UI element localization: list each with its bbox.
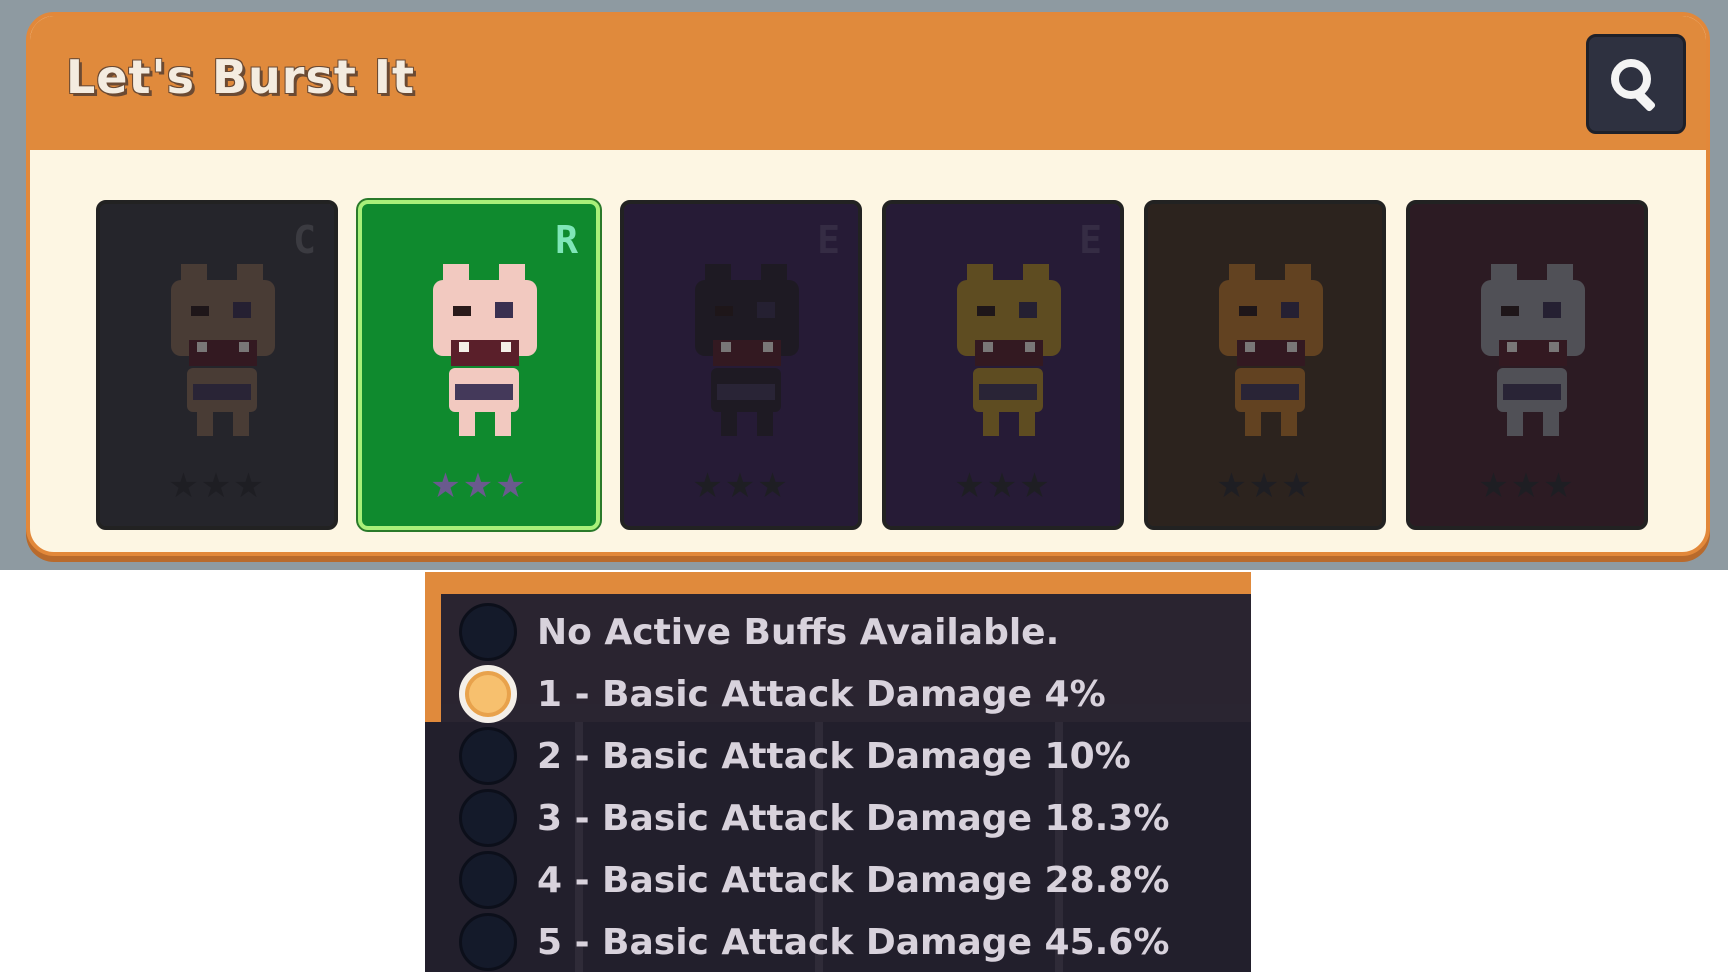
buff-row[interactable]: 2 - Basic Attack Damage 10% — [459, 726, 1131, 786]
buff-list-panel: No Active Buffs Available. 1 - Basic Atta… — [425, 572, 1251, 972]
panel-title: Let's Burst It — [66, 50, 415, 104]
inactive-indicator-dot — [459, 913, 517, 971]
character-portrait — [433, 264, 537, 436]
star-rating: ★★★ — [1216, 466, 1314, 506]
inactive-indicator-dot — [459, 851, 517, 909]
buff-row[interactable]: 1 - Basic Attack Damage 4% — [459, 664, 1106, 724]
star-rating: ★★★ — [168, 466, 266, 506]
search-button[interactable] — [1586, 34, 1686, 134]
character-card[interactable]: R ★★★ — [358, 200, 600, 530]
buff-label: 1 - Basic Attack Damage 4% — [537, 673, 1106, 715]
character-portrait — [957, 264, 1061, 436]
character-portrait — [1219, 264, 1323, 436]
buff-row[interactable]: 4 - Basic Attack Damage 28.8% — [459, 850, 1169, 910]
rarity-label: E — [817, 218, 840, 262]
buff-row[interactable]: 5 - Basic Attack Damage 45.6% — [459, 912, 1169, 972]
buff-label: No Active Buffs Available. — [537, 611, 1060, 653]
buff-label: 3 - Basic Attack Damage 18.3% — [537, 797, 1170, 839]
buff-panel-sidebar — [425, 594, 441, 724]
star-rating: ★★★ — [430, 466, 528, 506]
rarity-label: E — [1079, 218, 1102, 262]
panel-header: Let's Burst It — [30, 16, 1706, 150]
character-portrait — [171, 264, 275, 436]
character-card[interactable]: ★★★ — [1144, 200, 1386, 530]
character-card[interactable]: E ★★★ — [882, 200, 1124, 530]
buff-label: 2 - Basic Attack Damage 10% — [537, 735, 1131, 777]
star-rating: ★★★ — [1478, 466, 1576, 506]
team-panel: Let's Burst It C ★★★ R ★★★ E ★★★ E ★★★ ★★★ ★★★ — [26, 12, 1710, 556]
buff-row[interactable]: No Active Buffs Available. — [459, 602, 1059, 662]
star-rating: ★★★ — [692, 466, 790, 506]
character-card[interactable]: ★★★ — [1406, 200, 1648, 530]
magnifier-icon — [1611, 59, 1656, 112]
rarity-label: C — [293, 218, 316, 262]
buff-row[interactable]: 3 - Basic Attack Damage 18.3% — [459, 788, 1169, 848]
buff-panel-topbar — [425, 572, 1251, 594]
active-indicator-dot — [459, 665, 517, 723]
buff-label: 4 - Basic Attack Damage 28.8% — [537, 859, 1170, 901]
character-portrait — [695, 264, 799, 436]
buff-label: 5 - Basic Attack Damage 45.6% — [537, 921, 1170, 963]
inactive-indicator-dot — [459, 789, 517, 847]
character-card[interactable]: E ★★★ — [620, 200, 862, 530]
character-portrait — [1481, 264, 1585, 436]
inactive-indicator-dot — [459, 727, 517, 785]
star-rating: ★★★ — [954, 466, 1052, 506]
inactive-indicator-dot — [459, 603, 517, 661]
character-card[interactable]: C ★★★ — [96, 200, 338, 530]
